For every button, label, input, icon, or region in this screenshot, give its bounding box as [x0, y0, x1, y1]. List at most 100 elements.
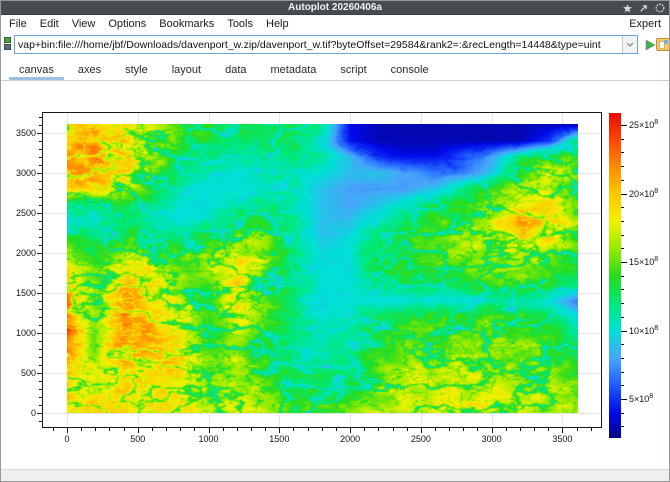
y-axis-tick — [37, 213, 42, 214]
x-axis-tick — [506, 428, 507, 431]
y-tick-label: 3500 — [8, 128, 36, 138]
y-axis-tick — [39, 117, 42, 118]
chevron-down-icon — [626, 42, 634, 47]
close-icon[interactable] — [655, 3, 665, 13]
y-axis-tick — [39, 269, 42, 270]
y-tick-label: 2000 — [8, 248, 36, 258]
x-axis-tick — [421, 428, 422, 433]
tab-data[interactable]: data — [213, 61, 258, 80]
window-title: Autoplot 20260406a — [288, 1, 382, 15]
x-axis-tick — [520, 428, 521, 431]
x-axis-tick — [67, 428, 68, 433]
expert-mode-selector[interactable]: Expert — [629, 18, 661, 30]
x-axis-tick — [237, 428, 238, 431]
y-axis-tick — [39, 357, 42, 358]
x-axis-tick — [279, 428, 280, 433]
y-axis-tick — [39, 149, 42, 150]
colorbar[interactable] — [609, 113, 621, 438]
x-axis-tick — [109, 428, 110, 431]
colorbar-tick — [621, 331, 627, 332]
colorbar-tick — [621, 289, 624, 290]
y-axis-tick — [39, 405, 42, 406]
x-tick-label: 2500 — [411, 434, 431, 444]
uri-field-wrap — [14, 35, 638, 54]
colorbar-tick — [621, 125, 627, 126]
x-axis-tick — [562, 428, 563, 433]
colorbar-tick — [621, 426, 624, 427]
colorbar-tick — [621, 276, 624, 277]
colorbar-tick — [621, 303, 624, 304]
x-axis-tick — [265, 428, 266, 431]
x-axis-tick — [95, 428, 96, 431]
y-axis-tick — [39, 341, 42, 342]
menu-item-view[interactable]: View — [72, 18, 96, 30]
x-axis-tick — [308, 428, 309, 431]
tab-layout[interactable]: layout — [160, 61, 213, 80]
menubar: File Edit View Options Bookmarks Tools Help Ex… — [1, 15, 669, 32]
colorbar-tick — [621, 262, 627, 263]
menu-item-help[interactable]: Help — [266, 18, 289, 30]
x-tick-label: 1500 — [269, 434, 289, 444]
y-axis-tick — [37, 373, 42, 374]
colorbar-tick — [621, 221, 624, 222]
colorbar-tick — [621, 139, 624, 140]
x-axis-tick — [548, 428, 549, 431]
y-axis-tick — [39, 125, 42, 126]
y-axis-tick — [39, 285, 42, 286]
maximize-icon[interactable] — [639, 4, 648, 13]
tab-script[interactable]: script — [328, 61, 378, 80]
colorbar-tick — [621, 344, 624, 345]
y-axis-tick — [39, 277, 42, 278]
tab-canvas[interactable]: canvas — [7, 61, 66, 80]
uri-dropdown-button[interactable] — [622, 36, 637, 53]
inspect-button[interactable] — [655, 34, 670, 54]
colorbar-tick — [621, 194, 627, 195]
status-bar — [1, 469, 669, 481]
tab-console[interactable]: console — [379, 61, 441, 80]
tab-metadata[interactable]: metadata — [259, 61, 329, 80]
colorbar-tick-label: 25×108 — [629, 119, 658, 130]
y-axis-tick — [39, 237, 42, 238]
colorbar-tick — [621, 358, 624, 359]
menu-item-file[interactable]: File — [9, 18, 27, 30]
x-axis-tick — [449, 428, 450, 431]
gridline-y — [43, 413, 601, 414]
x-axis-tick — [166, 428, 167, 431]
x-axis-tick — [534, 428, 535, 431]
y-axis-tick — [37, 293, 42, 294]
menu-item-bookmarks[interactable]: Bookmarks — [159, 18, 214, 30]
x-axis-tick — [577, 428, 578, 431]
x-tick-label: 3500 — [552, 434, 572, 444]
colorbar-tick — [621, 413, 624, 414]
x-axis-tick — [152, 428, 153, 431]
tab-axes[interactable]: axes — [66, 61, 113, 80]
y-axis-tick — [37, 333, 42, 334]
x-axis-tick — [251, 428, 252, 431]
x-tick-label: 2000 — [340, 434, 360, 444]
colorbar-tick — [621, 372, 624, 373]
x-axis-tick — [435, 428, 436, 431]
colorbar-tick — [621, 317, 624, 318]
menu-item-tools[interactable]: Tools — [227, 18, 253, 30]
menu-item-edit[interactable]: Edit — [40, 18, 59, 30]
y-tick-label: 1000 — [8, 328, 36, 338]
addressbar — [1, 32, 669, 58]
terrain-heatmap[interactable] — [67, 124, 578, 413]
x-axis-tick — [591, 428, 592, 431]
y-tick-label: 500 — [8, 368, 36, 378]
y-axis-tick — [39, 389, 42, 390]
colorbar-tick-label: 5×108 — [629, 393, 653, 404]
x-axis-tick — [350, 428, 351, 433]
y-axis-tick — [39, 397, 42, 398]
pin-icon[interactable] — [623, 4, 632, 13]
titlebar[interactable]: Autoplot 20260406a — [1, 1, 669, 15]
y-axis-tick — [37, 173, 42, 174]
colorbar-tick — [621, 207, 624, 208]
menu-item-options[interactable]: Options — [108, 18, 146, 30]
colorbar-tick — [621, 399, 627, 400]
uri-input[interactable] — [15, 36, 622, 53]
tab-style[interactable]: style — [113, 61, 160, 80]
y-axis-tick — [39, 157, 42, 158]
x-axis-tick — [463, 428, 464, 431]
x-axis-tick — [407, 428, 408, 431]
